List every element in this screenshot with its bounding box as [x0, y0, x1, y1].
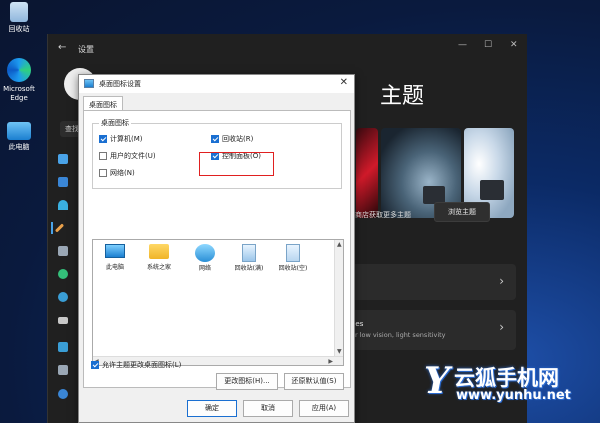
sidebar-system-icon[interactable]: [58, 154, 68, 164]
list-item-recycle-empty[interactable]: 回收站(空): [273, 244, 313, 273]
desktop-icon-label: Microsoft Edge: [3, 85, 35, 102]
list-item-label: 回收站(满): [234, 265, 264, 272]
icon-list[interactable]: 此电脑 系统之家 网络 回收站(满) 回收站(空) ▲ ▼ ▶: [92, 239, 344, 366]
desktop-icon-edge[interactable]: Microsoft Edge: [0, 58, 42, 103]
settings-title: 设置: [78, 45, 94, 54]
watermark-letter: Y: [424, 360, 450, 402]
checkbox-box: [211, 135, 219, 143]
sidebar-update-icon[interactable]: [58, 389, 68, 399]
button-label: 应用(A): [311, 404, 337, 412]
computer-icon: [7, 122, 31, 140]
recycle-bin-empty-icon: [286, 244, 300, 262]
recycle-bin-icon: [10, 2, 28, 22]
desktop-icon-label: 回收站: [8, 25, 30, 33]
watermark-logo: Y 云狐手机网 www.yunhu.net: [420, 360, 600, 410]
theme-thumbnail-1[interactable]: [356, 128, 378, 218]
sidebar-apps-icon[interactable]: [58, 246, 68, 256]
highlight-box-control-panel: [199, 152, 274, 176]
checkbox-network[interactable]: 网络(N): [99, 168, 135, 178]
tab-label: 桌面图标: [89, 101, 117, 109]
checkbox-allow-themes[interactable]: 允许主题更改桌面图标(L): [91, 360, 181, 370]
checkbox-label: 用户的文件(U): [110, 152, 156, 160]
vertical-scrollbar[interactable]: ▲ ▼: [334, 240, 343, 365]
computer-icon: [105, 244, 125, 258]
recycle-bin-full-icon: [242, 244, 256, 262]
checkbox-user-files[interactable]: 用户的文件(U): [99, 151, 156, 161]
desktop-icon-label: 此电脑: [8, 143, 30, 151]
list-item-label: 此电脑: [105, 264, 124, 271]
chevron-right-icon: ›: [499, 274, 504, 288]
scroll-up-arrow-icon[interactable]: ▲: [337, 241, 342, 248]
checkbox-label: 网络(N): [110, 169, 135, 177]
dialog-titlebar: 桌面图标设置 ✕: [79, 75, 354, 93]
list-item-label: 回收站(空): [278, 265, 308, 272]
dialog-title: 桌面图标设置: [99, 80, 141, 88]
sidebar-accounts-icon[interactable]: [58, 269, 68, 279]
settings-row-contrast-themes[interactable]: nes or low vision, light sensitivity ›: [351, 310, 516, 350]
browse-themes-button[interactable]: 浏览主题: [434, 202, 490, 222]
search-input-text: 查找: [65, 125, 79, 133]
page-heading: 主题: [380, 84, 425, 109]
change-icon-button[interactable]: 更改图标(H)...: [216, 373, 278, 390]
sidebar-accessibility-icon[interactable]: [58, 342, 68, 352]
theme-thumbnail-window: [480, 180, 504, 200]
scroll-down-arrow-icon[interactable]: ▼: [337, 348, 342, 355]
chevron-right-icon: ›: [499, 320, 504, 334]
ok-button[interactable]: 确定: [187, 400, 237, 417]
button-label: 取消: [261, 404, 275, 412]
desktop-icon-recycle-bin[interactable]: 回收站: [0, 2, 42, 34]
sidebar-network-icon[interactable]: [58, 200, 68, 210]
dialog-close-button[interactable]: ✕: [340, 77, 348, 88]
group-label: 桌面图标: [99, 118, 131, 128]
browse-themes-label: 浏览主题: [448, 208, 476, 216]
back-button[interactable]: ←: [58, 42, 66, 53]
get-more-themes-text: 软商店获取更多主题: [348, 211, 411, 219]
folder-icon: [149, 244, 169, 259]
network-icon: [195, 244, 215, 262]
close-button[interactable]: ✕: [510, 40, 518, 50]
checkbox-computer[interactable]: 计算机(M): [99, 134, 143, 144]
list-item-network[interactable]: 网络: [185, 244, 225, 273]
tab-desktop-icons[interactable]: 桌面图标: [83, 96, 123, 111]
list-item-folder[interactable]: 系统之家: [139, 244, 179, 272]
checkbox-recycle-bin[interactable]: 回收站(R): [211, 134, 253, 144]
button-label: 还原默认值(S): [291, 377, 337, 385]
checkbox-box: [91, 361, 99, 369]
sidebar-gaming-icon[interactable]: [58, 317, 68, 324]
sidebar-bluetooth-icon[interactable]: [58, 177, 68, 187]
checkbox-box: [99, 169, 107, 177]
sidebar-time-icon[interactable]: [58, 292, 68, 302]
scroll-right-arrow-icon[interactable]: ▶: [328, 358, 333, 365]
checkbox-label: 回收站(R): [222, 135, 254, 143]
dialog-app-icon: [84, 79, 94, 88]
sidebar-privacy-icon[interactable]: [58, 365, 68, 375]
maximize-button[interactable]: ☐: [484, 40, 492, 50]
button-label: 确定: [205, 404, 219, 412]
edge-icon: [7, 58, 31, 82]
list-item-recycle-full[interactable]: 回收站(满): [229, 244, 269, 273]
sidebar-selection-indicator: [51, 222, 53, 234]
checkbox-box: [99, 135, 107, 143]
sidebar-personalization-icon[interactable]: [54, 223, 65, 233]
checkbox-label: 计算机(M): [110, 135, 143, 143]
list-item-label: 网络: [198, 265, 211, 272]
settings-row-1[interactable]: ›: [351, 264, 516, 300]
checkbox-box: [99, 152, 107, 160]
list-item-label: 系统之家: [146, 264, 171, 271]
minimize-button[interactable]: —: [458, 40, 467, 50]
apply-button[interactable]: 应用(A): [299, 400, 349, 417]
restore-default-button[interactable]: 还原默认值(S): [284, 373, 344, 390]
checkbox-label: 允许主题更改桌面图标(L): [102, 361, 182, 369]
watermark-url: www.yunhu.net: [456, 388, 571, 403]
list-item-computer[interactable]: 此电脑: [95, 244, 135, 272]
desktop-icon-settings-dialog: 桌面图标设置 ✕ 桌面图标 桌面图标 计算机(M) 回收站(R) 用户的文件(U…: [78, 74, 355, 423]
button-label: 更改图标(H)...: [224, 377, 270, 385]
row-description-partial: or low vision, light sensitivity: [351, 331, 446, 339]
cancel-button[interactable]: 取消: [243, 400, 293, 417]
desktop-icon-computer[interactable]: 此电脑: [0, 122, 42, 152]
